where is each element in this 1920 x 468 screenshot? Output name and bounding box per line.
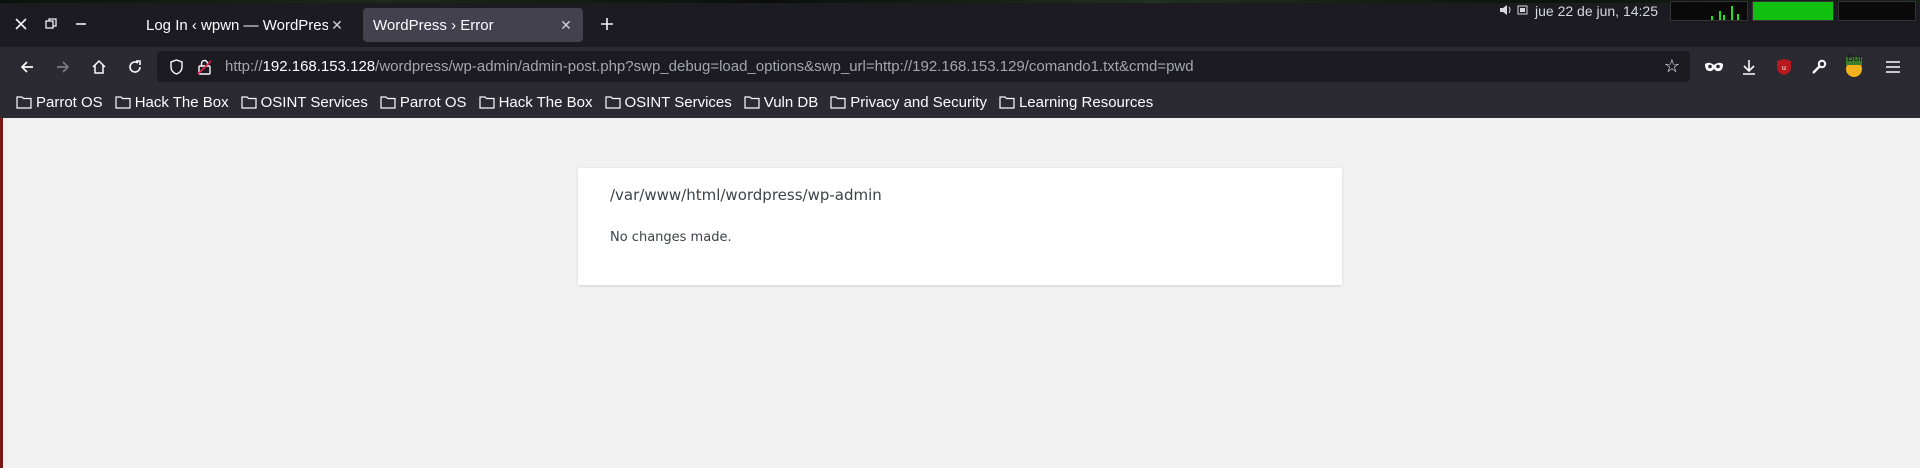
folder-icon — [830, 96, 846, 109]
download-icon — [1743, 60, 1755, 75]
bookmark-label: Vuln DB — [763, 93, 819, 111]
tab-wordpress-error[interactable]: WordPress › Error ✕ — [363, 8, 583, 42]
folder-icon — [744, 96, 760, 109]
home-button[interactable] — [86, 54, 112, 80]
ublock-button[interactable]: u — [1771, 54, 1797, 80]
wp-error-card: /var/www/html/wordpress/wp-admin No chan… — [578, 168, 1342, 285]
arrow-left-icon — [20, 61, 33, 73]
tab-close-icon[interactable]: ✕ — [557, 17, 575, 34]
tab-bar: Log In ‹ wpwn — WordPress ✕ WordPress › … — [0, 0, 1920, 47]
hamburger-menu-icon — [1886, 61, 1900, 73]
folder-icon — [115, 96, 131, 109]
restore-icon — [45, 18, 57, 29]
tab-login[interactable]: Log In ‹ wpwn — WordPress ✕ — [136, 8, 354, 42]
navigation-toolbar: http://192.168.153.128/wordpress/wp-admi… — [0, 47, 1920, 86]
bookmark-label: Privacy and Security — [850, 93, 987, 111]
bookmark-star-icon[interactable]: ☆ — [1664, 56, 1680, 77]
system-tray: jue 22 de jun, 14:25 — [1499, 0, 1920, 22]
bookmark-label: OSINT Services — [260, 93, 368, 111]
mask-icon — [1705, 62, 1723, 72]
bookmark-folder-hack-the-box-2[interactable]: Hack The Box — [478, 93, 593, 111]
private-browsing-button[interactable] — [1701, 54, 1727, 80]
url-path: /wordpress/wp-admin/admin-post.php?swp_d… — [375, 58, 1194, 75]
downloads-button[interactable] — [1736, 54, 1762, 80]
bookmark-folder-vuln-db[interactable]: Vuln DB — [744, 94, 818, 111]
tab-title: WordPress › Error — [373, 16, 494, 34]
arrow-right-icon — [57, 61, 70, 73]
new-tab-button[interactable] — [595, 12, 619, 36]
folder-icon — [380, 96, 396, 109]
tracking-protection-icon[interactable] — [167, 58, 185, 75]
back-button[interactable] — [14, 54, 40, 80]
tab-close-icon[interactable]: ✕ — [328, 17, 346, 34]
reload-icon — [129, 60, 141, 73]
close-icon — [15, 18, 27, 30]
burp-badge: Bur — [1847, 53, 1863, 64]
app-menu-button[interactable] — [1880, 54, 1906, 80]
close-window-button[interactable] — [8, 12, 34, 36]
folder-icon — [241, 96, 257, 109]
window-edge — [0, 118, 3, 468]
home-icon — [92, 59, 106, 74]
minimize-window-button[interactable] — [68, 12, 94, 36]
restore-window-button[interactable] — [38, 12, 64, 36]
clock[interactable]: jue 22 de jun, 14:25 — [1535, 3, 1658, 19]
bookmark-folder-hack-the-box[interactable]: Hack The Box — [115, 94, 229, 111]
tools-button[interactable] — [1806, 54, 1832, 80]
bookmarks-toolbar: Parrot OS Hack The Box OSINT Services Pa… — [0, 86, 1920, 119]
url-text[interactable]: http://192.168.153.128/wordpress/wp-admi… — [225, 58, 1194, 75]
reload-button[interactable] — [122, 54, 148, 80]
page-content: /var/www/html/wordpress/wp-admin No chan… — [0, 118, 1920, 468]
folder-icon — [999, 96, 1015, 109]
bookmark-folder-parrot-os[interactable]: Parrot OS — [16, 94, 103, 111]
folder-icon — [16, 96, 32, 109]
bookmark-folder-privacy-and-security[interactable]: Privacy and Security — [830, 94, 987, 111]
bookmark-folder-osint-services[interactable]: OSINT Services — [241, 94, 368, 111]
tray-icons — [1499, 4, 1529, 19]
tab-title: Log In ‹ wpwn — WordPress — [146, 16, 328, 34]
burp-extension-button[interactable]: Bur — [1841, 53, 1867, 80]
error-message-text: No changes made. — [610, 230, 732, 245]
network-monitor — [1670, 1, 1748, 21]
memory-monitor — [1838, 1, 1916, 21]
insecure-lock-icon[interactable] — [195, 59, 213, 75]
battery-icon[interactable] — [1517, 4, 1529, 16]
bookmark-label: Parrot OS — [399, 93, 467, 111]
bookmark-label: Hack The Box — [498, 93, 593, 111]
bookmark-label: Learning Resources — [1018, 93, 1154, 111]
url-bar[interactable]: http://192.168.153.128/wordpress/wp-admi… — [157, 51, 1690, 82]
plus-icon — [601, 18, 613, 30]
cpu-monitor — [1752, 1, 1834, 21]
folder-icon — [604, 96, 621, 109]
bookmark-label: Hack The Box — [134, 93, 229, 111]
bookmark-label: OSINT Services — [624, 93, 732, 111]
ublock-shield-icon: u — [1777, 59, 1791, 75]
forward-button[interactable] — [50, 54, 76, 80]
error-path-text: /var/www/html/wordpress/wp-admin — [610, 186, 882, 204]
bookmark-folder-learning-resources[interactable]: Learning Resources — [999, 94, 1153, 111]
bookmark-folder-parrot-os-2[interactable]: Parrot OS — [380, 94, 467, 111]
url-scheme: http:// — [225, 58, 263, 75]
wrench-icon — [1812, 59, 1827, 74]
svg-text:u: u — [1782, 65, 1786, 72]
volume-icon[interactable] — [1499, 4, 1513, 16]
url-host: 192.168.153.128 — [262, 58, 376, 75]
folder-icon — [478, 96, 495, 109]
minimize-icon — [76, 23, 86, 25]
bookmark-folder-osint-services-2[interactable]: OSINT Services — [604, 93, 732, 111]
bookmark-label: Parrot OS — [36, 93, 103, 111]
